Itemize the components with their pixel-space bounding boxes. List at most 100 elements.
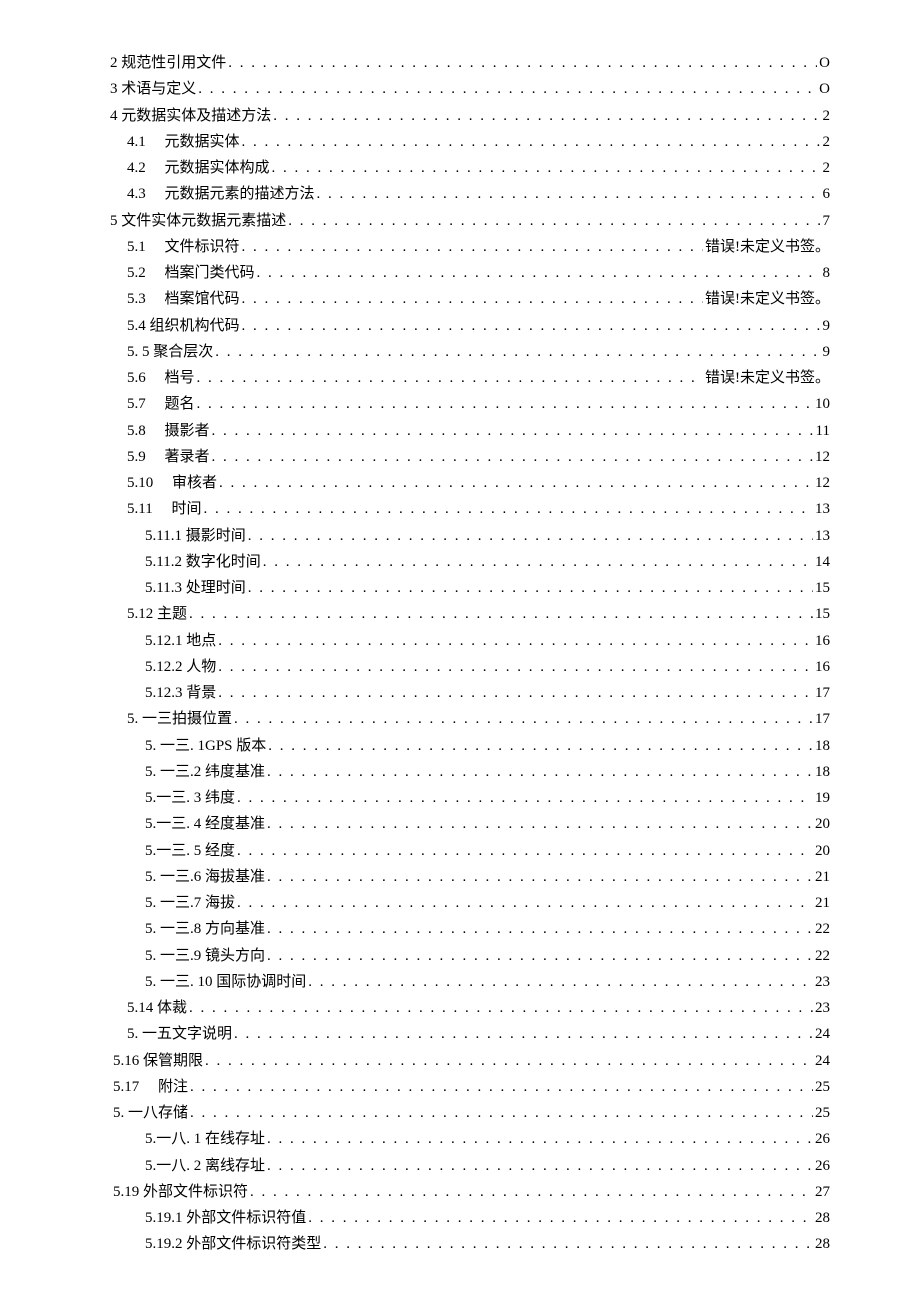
toc-entry: 5.3 档案馆代码 错误!未定义书签。 (95, 286, 830, 312)
toc-label: 2 规范性引用文件 (110, 50, 226, 76)
toc-entry: 5.2 档案门类代码8 (95, 260, 830, 286)
toc-leader (235, 890, 813, 916)
toc-page: 21 (813, 890, 830, 916)
toc-entry: 5.1 文件标识符 错误!未定义书签。 (95, 234, 830, 260)
toc-page: 13 (813, 496, 830, 522)
toc-page: 18 (813, 733, 830, 759)
toc-page: 23 (813, 969, 830, 995)
toc-page: 22 (813, 916, 830, 942)
toc-label: 5. 一三. 10 国际协调时间 (145, 969, 306, 995)
toc-entry: 5.12.2 人物16 (95, 654, 830, 680)
toc-page: 9 (821, 313, 831, 339)
toc-page: 28 (813, 1205, 830, 1231)
toc-entry: 4 元数据实体及描述方法2 (95, 103, 830, 129)
toc-entry: 5.11.2 数字化时间 14 (95, 549, 830, 575)
toc-leader (240, 234, 703, 260)
toc-label: 5. 一三. 1GPS 版本 (145, 733, 266, 759)
toc-leader (210, 418, 814, 444)
toc-label: 5.7 题名 (127, 391, 195, 417)
toc-entry: 5.9 著录者12 (95, 444, 830, 470)
toc-label: 4.2 元数据实体构成 (127, 155, 270, 181)
toc-leader (266, 733, 813, 759)
toc-page: 15 (813, 601, 830, 627)
toc-entry: 4.3 元数据元素的描述方法6 (95, 181, 830, 207)
toc-label: 5.11.2 数字化时间 (145, 549, 261, 575)
toc-label: 5. 一三.9 镜头方向 (145, 943, 265, 969)
toc-leader (195, 391, 813, 417)
toc-label: 5.1 文件标识符 (127, 234, 240, 260)
toc-label: 5. 一三.2 纬度基准 (145, 759, 265, 785)
toc-leader (188, 1074, 813, 1100)
toc-leader (286, 208, 820, 234)
toc-label: 5.4 组织机构代码 (127, 313, 240, 339)
toc-entry: 5. 一三.7 海拔21 (95, 890, 830, 916)
toc-label: 5.12.3 背景 (145, 680, 216, 706)
toc-leader (232, 1021, 813, 1047)
toc-entry: 5.4 组织机构代码 9 (95, 313, 830, 339)
toc-entry: 3 术语与定义 O (95, 76, 830, 102)
toc-entry: 5.19.1 外部文件标识符值 28 (95, 1205, 830, 1231)
toc-leader (271, 103, 820, 129)
toc-label: 5.16 保管期限 (113, 1048, 203, 1074)
toc-entry: 4.2 元数据实体构成2 (95, 155, 830, 181)
toc-leader (261, 549, 813, 575)
toc-label: 5. 一五文字说明 (127, 1021, 232, 1047)
toc-page: 20 (813, 811, 830, 837)
toc-leader (246, 523, 813, 549)
toc-leader (265, 916, 813, 942)
toc-entry: 5.11.1 摄影时间13 (95, 523, 830, 549)
toc-leader (265, 759, 813, 785)
toc-label: 5.一三. 5 经度 (145, 838, 235, 864)
toc-entry: 5. 一三.8 方向基准 22 (95, 916, 830, 942)
toc-leader (265, 1153, 813, 1179)
toc-page: 12 (813, 444, 830, 470)
toc-label: 5.3 档案馆代码 (127, 286, 240, 312)
toc-leader (240, 313, 821, 339)
toc-leader (201, 496, 813, 522)
toc-entry: 2 规范性引用文件O (95, 50, 830, 76)
toc-entry: 5.11.3 处理时间15 (95, 575, 830, 601)
toc-page: 18 (813, 759, 830, 785)
toc-page: 17 (813, 706, 830, 732)
toc-entry: 5. 一八存储25 (95, 1100, 830, 1126)
toc-label: 5.19.2 外部文件标识符类型 (145, 1231, 321, 1257)
toc-entry: 5.7 题名10 (95, 391, 830, 417)
toc-entry: 5.19.2 外部文件标识符类型 28 (95, 1231, 830, 1257)
toc-label: 5.10 审核者 (127, 470, 217, 496)
toc-label: 5.12.1 地点 (145, 628, 216, 654)
toc-entry: 5.12.1 地点16 (95, 628, 830, 654)
toc-label: 4.3 元数据元素的描述方法 (127, 181, 315, 207)
toc-entry: 5. 一三.9 镜头方向 22 (95, 943, 830, 969)
toc-label: 3 术语与定义 (110, 76, 196, 102)
toc-leader (306, 1205, 813, 1231)
toc-entry: 5. 一三. 1GPS 版本 18 (95, 733, 830, 759)
toc-page: 错误!未定义书签。 (703, 234, 830, 260)
toc-page: 错误!未定义书签。 (703, 286, 830, 312)
toc-leader (203, 1048, 813, 1074)
toc-page: 25 (813, 1074, 830, 1100)
toc-page: 14 (813, 549, 830, 575)
toc-leader (226, 50, 817, 76)
toc-label: 5.19.1 外部文件标识符值 (145, 1205, 306, 1231)
toc-page: O (817, 76, 830, 102)
toc-label: 5.11.3 处理时间 (145, 575, 246, 601)
toc-leader (187, 601, 813, 627)
toc-page: 26 (813, 1126, 830, 1152)
toc-page: 22 (813, 943, 830, 969)
toc-leader (213, 339, 820, 365)
toc-entry: 5. 一三.2 纬度基准 18 (95, 759, 830, 785)
toc-leader (188, 1100, 813, 1126)
toc-entry: 5.一八. 2 离线存址26 (95, 1153, 830, 1179)
toc-label: 5.11.1 摄影时间 (145, 523, 246, 549)
toc-label: 5. 一三.8 方向基准 (145, 916, 265, 942)
toc-label: 5.19 外部文件标识符 (113, 1179, 248, 1205)
toc-page: 19 (813, 785, 830, 811)
toc-page: 28 (813, 1231, 830, 1257)
toc-leader (216, 654, 813, 680)
toc-leader (240, 286, 703, 312)
toc-entry: 5.一三. 3 纬度19 (95, 785, 830, 811)
toc-entry: 5.19 外部文件标识符27 (95, 1179, 830, 1205)
toc-page: 20 (813, 838, 830, 864)
toc-leader (232, 706, 813, 732)
toc-entry: 5.一八. 1 在线存址26 (95, 1126, 830, 1152)
